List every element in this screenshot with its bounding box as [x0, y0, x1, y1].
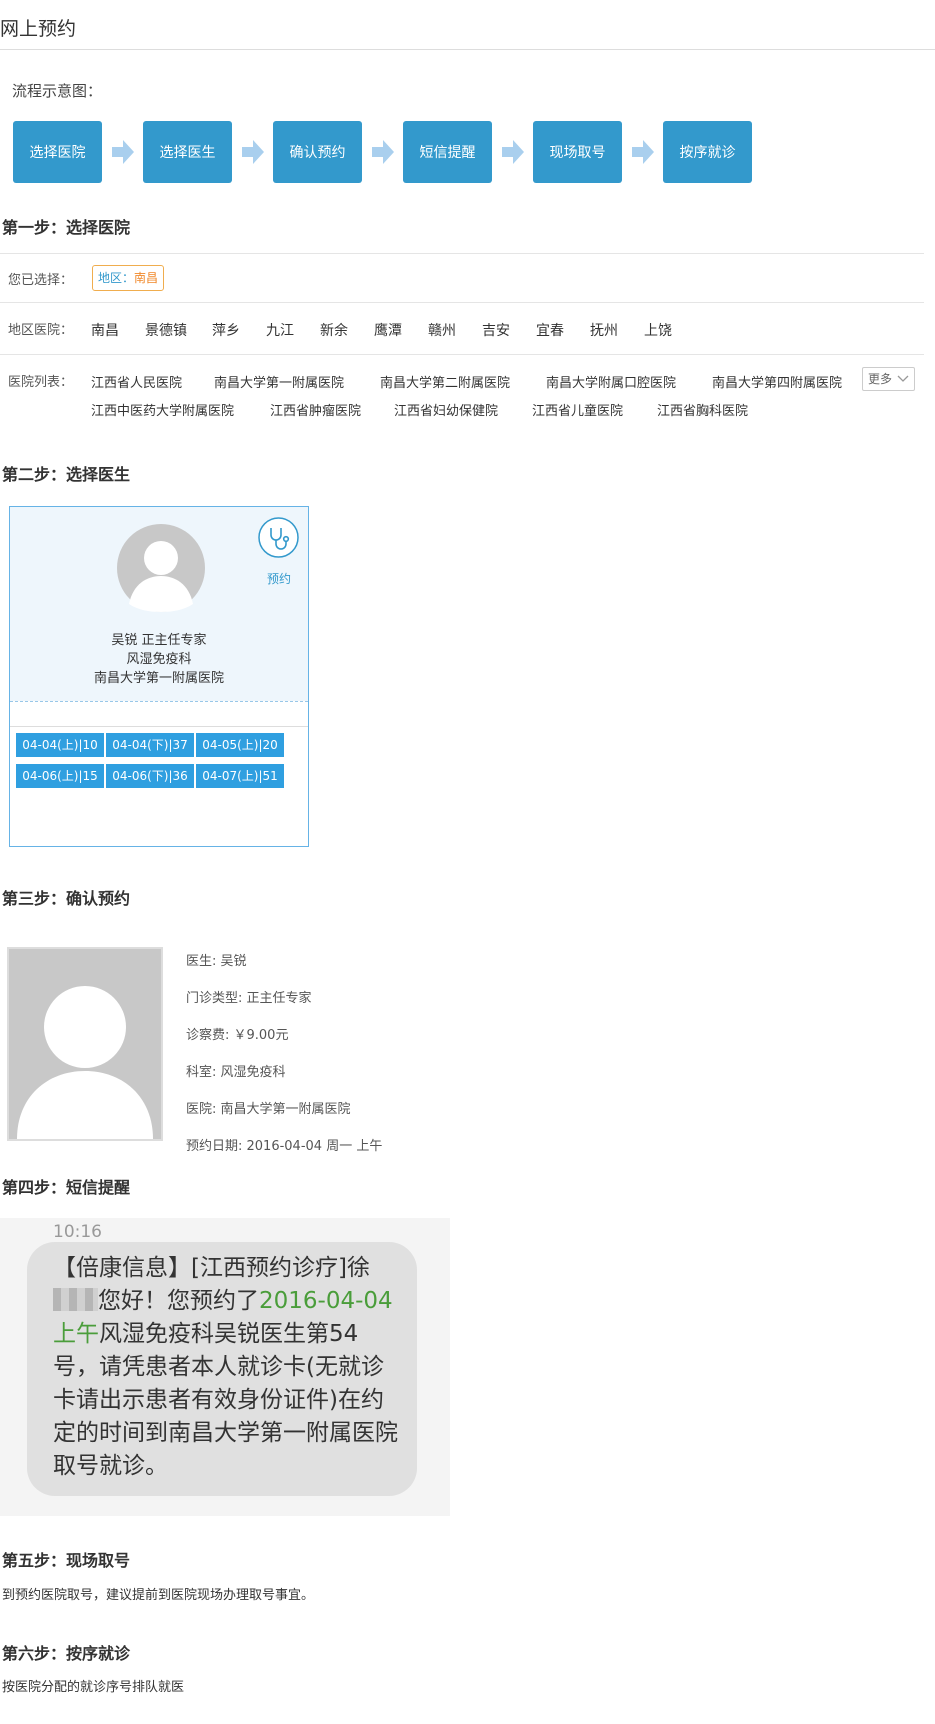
hospital-link[interactable]: 南昌大学第二附属医院	[380, 372, 510, 391]
flow-label: 流程示意图：	[12, 82, 103, 100]
flow-step-ticket: 现场取号	[533, 121, 622, 183]
confirm-clinic-type: 门诊类型: 正主任专家	[186, 991, 312, 1006]
time-slot-button[interactable]: 04-06(上)|15	[16, 764, 104, 788]
flow-step-visit: 按序就诊	[663, 121, 752, 183]
divider	[0, 354, 924, 355]
region-link[interactable]: 鹰潭	[374, 320, 402, 340]
doctor-card-header: 预约 吴锐 正主任专家 风湿免疫科 南昌大学第一附属医院	[10, 507, 308, 701]
hospital-link[interactable]: 江西省肿瘤医院	[270, 400, 361, 419]
region-link[interactable]: 九江	[266, 320, 294, 340]
time-slot-button[interactable]: 04-04(下)|37	[106, 733, 194, 757]
sms-text-part: 您好！您预约了	[98, 1288, 259, 1314]
chevron-down-icon	[897, 375, 909, 382]
region-value: 南昌	[134, 271, 159, 285]
region-link[interactable]: 宜春	[536, 320, 564, 340]
region-link[interactable]: 赣州	[428, 320, 456, 340]
region-list: 南昌 景德镇 萍乡 九江 新余 鹰潭 赣州 吉安 宜春 抚州 上饶	[0, 320, 935, 342]
dashed-divider	[10, 701, 308, 702]
arrow-right-icon	[112, 140, 134, 164]
step1-heading: 第一步：选择医院	[2, 218, 131, 237]
title-divider	[0, 49, 935, 50]
arrow-right-icon	[372, 140, 394, 164]
region-link[interactable]: 景德镇	[145, 320, 187, 340]
doctor-name-title: 吴锐 正主任专家	[111, 633, 207, 648]
hospital-link[interactable]: 南昌大学附属口腔医院	[546, 372, 676, 391]
divider	[0, 253, 924, 254]
step2-heading: 第二步：选择医生	[2, 465, 131, 484]
time-slot-button[interactable]: 04-06(下)|36	[106, 764, 194, 788]
hospital-link[interactable]: 江西省儿童医院	[532, 400, 623, 419]
divider	[0, 302, 924, 303]
page-title: 网上预约	[0, 18, 77, 40]
doctor-photo	[7, 947, 163, 1141]
doctor-hospital: 南昌大学第一附属医院	[93, 671, 224, 686]
more-button[interactable]: 更多	[862, 367, 915, 391]
time-slot-button[interactable]: 04-04(上)|10	[16, 733, 104, 757]
hospital-list: 江西省人民医院 南昌大学第一附属医院 南昌大学第二附属医院 南昌大学附属口腔医院…	[0, 372, 860, 419]
sms-text-part: 【倍康信息】[江西预约诊疗]徐	[53, 1255, 370, 1281]
selected-label: 您已选择：	[8, 273, 74, 288]
book-label[interactable]: 预约	[267, 570, 291, 587]
divider	[10, 726, 308, 727]
step6-text: 按医院分配的就诊序号排队就医	[2, 1680, 185, 1695]
region-key: 地区：	[98, 271, 135, 285]
flow-step-select-doctor: 选择医生	[143, 121, 232, 183]
step4-heading: 第四步：短信提醒	[2, 1178, 131, 1197]
step5-heading: 第五步：现场取号	[2, 1551, 131, 1570]
region-link[interactable]: 萍乡	[212, 320, 240, 340]
blurred-name	[53, 1288, 98, 1311]
confirm-doctor: 医生: 吴锐	[186, 954, 247, 969]
hospital-link[interactable]: 南昌大学第四附属医院	[712, 372, 842, 391]
confirm-department: 科室: 风湿免疫科	[186, 1065, 286, 1080]
step3-heading: 第三步：确认预约	[2, 889, 131, 908]
step6-heading: 第六步：按序就诊	[2, 1644, 131, 1663]
hospital-link[interactable]: 江西省人民医院	[91, 372, 182, 391]
region-link[interactable]: 吉安	[482, 320, 510, 340]
flow-diagram: 选择医院 选择医生 确认预约 短信提醒 现场取号 按序就诊	[13, 121, 773, 183]
region-link[interactable]: 抚州	[590, 320, 618, 340]
region-link[interactable]: 新余	[320, 320, 348, 340]
selected-region-tag[interactable]: 地区：南昌	[92, 265, 165, 291]
sms-preview: 10:16 【倍康信息】[江西预约诊疗]徐您好！您预约了2016-04-04上午…	[0, 1218, 450, 1516]
time-slot-button[interactable]: 04-05(上)|20	[196, 733, 284, 757]
confirm-fee: 诊察费: ￥9.00元	[186, 1028, 289, 1043]
sms-message: 【倍康信息】[江西预约诊疗]徐您好！您预约了2016-04-04上午风湿免疫科吴…	[53, 1252, 403, 1483]
arrow-right-icon	[242, 140, 264, 164]
region-link[interactable]: 上饶	[644, 320, 672, 340]
flow-step-select-hospital: 选择医院	[13, 121, 102, 183]
confirm-hospital: 医院: 南昌大学第一附属医院	[186, 1102, 351, 1117]
stethoscope-icon[interactable]	[258, 517, 299, 558]
flow-step-sms: 短信提醒	[403, 121, 492, 183]
time-slot-button[interactable]: 04-07(上)|51	[196, 764, 284, 788]
more-label: 更多	[868, 372, 893, 386]
hospital-link[interactable]: 江西省妇幼保健院	[394, 400, 498, 419]
arrow-right-icon	[502, 140, 524, 164]
confirm-date: 预约日期: 2016-04-04 周一 上午	[186, 1139, 383, 1154]
avatar	[9, 949, 161, 1139]
doctor-avatar	[117, 524, 205, 612]
doctor-department: 风湿免疫科	[126, 652, 192, 667]
flow-step-confirm: 确认预约	[273, 121, 362, 183]
hospital-link[interactable]: 江西省胸科医院	[657, 400, 748, 419]
doctor-card[interactable]: 预约 吴锐 正主任专家 风湿免疫科 南昌大学第一附属医院 04-04(上)|10…	[9, 506, 309, 847]
region-link[interactable]: 南昌	[91, 320, 119, 340]
sms-text-part: 风湿免疫科吴锐医生第54号，请凭患者本人就诊卡(无就诊卡请出示患者有效身份证件)…	[53, 1321, 398, 1479]
hospital-link[interactable]: 南昌大学第一附属医院	[214, 372, 344, 391]
step5-text: 到预约医院取号，建议提前到医院现场办理取号事宜。	[2, 1588, 315, 1603]
hospital-link[interactable]: 江西中医药大学附属医院	[91, 400, 234, 419]
arrow-right-icon	[632, 140, 654, 164]
sms-bubble: 【倍康信息】[江西预约诊疗]徐您好！您预约了2016-04-04上午风湿免疫科吴…	[27, 1242, 417, 1496]
sms-time: 10:16	[53, 1222, 102, 1242]
